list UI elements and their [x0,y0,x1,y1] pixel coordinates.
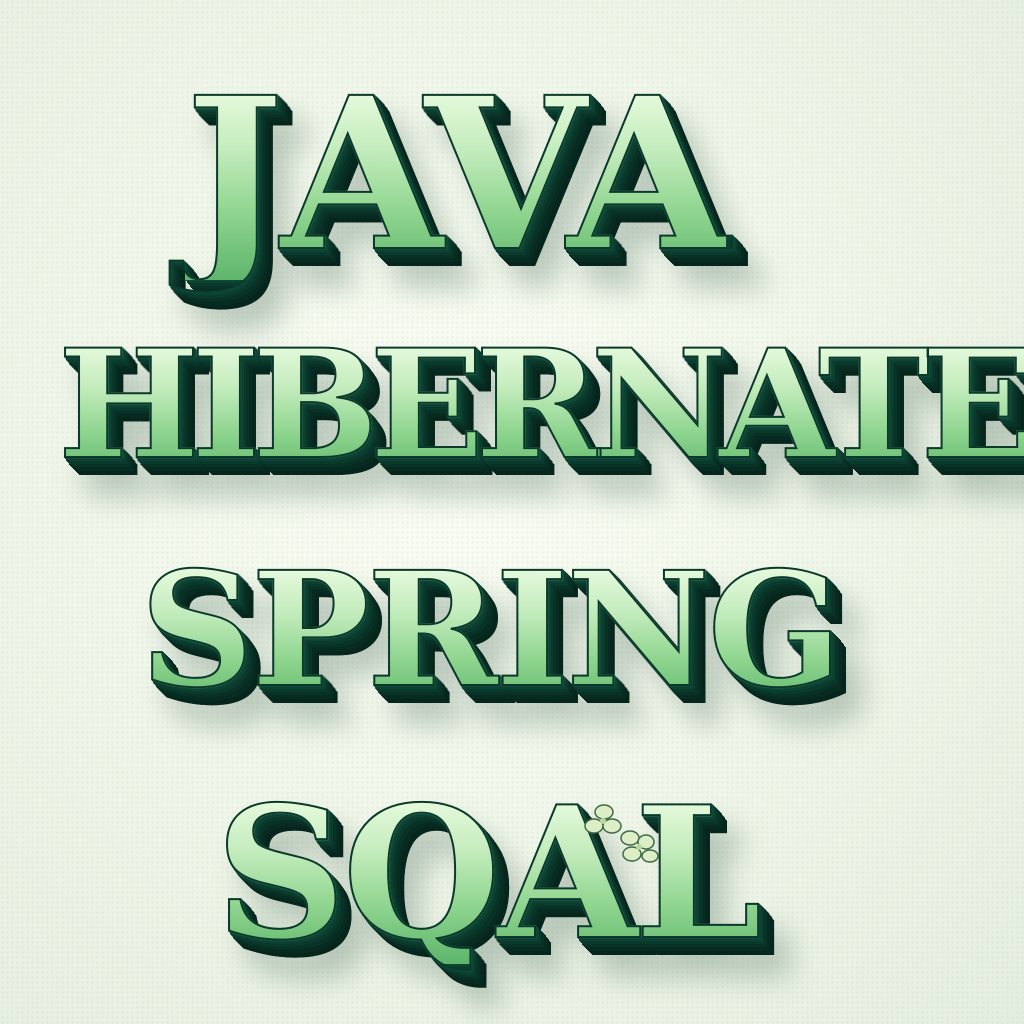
word-spring: SPRING [139,538,843,723]
word-sqal: SQAL [214,766,763,980]
word-java: JAVA [184,51,731,298]
flower-icon [584,804,659,863]
word-hibernate: HIBERNATE [57,317,1024,493]
